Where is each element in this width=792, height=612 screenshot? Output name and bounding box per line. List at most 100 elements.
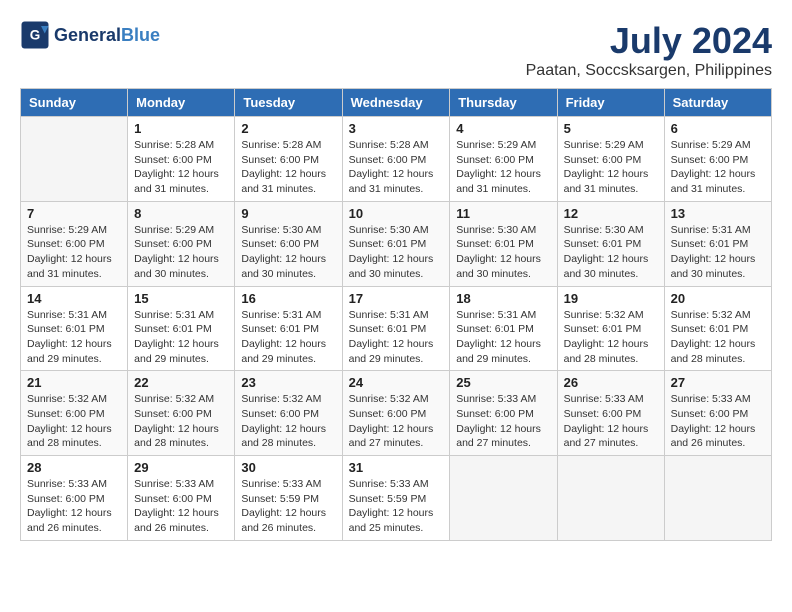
calendar-cell <box>557 456 664 541</box>
day-number: 13 <box>671 206 765 221</box>
day-number: 5 <box>564 121 658 136</box>
day-number: 22 <box>134 375 228 390</box>
calendar-cell: 5 Sunrise: 5:29 AM Sunset: 6:00 PM Daylig… <box>557 117 664 202</box>
calendar-cell <box>664 456 771 541</box>
day-info: Sunrise: 5:31 AM Sunset: 6:01 PM Dayligh… <box>456 308 550 367</box>
calendar-cell: 30Sunrise: 5:33 AM Sunset: 5:59 PM Dayli… <box>235 456 342 541</box>
day-info: Sunrise: 5:31 AM Sunset: 6:01 PM Dayligh… <box>349 308 444 367</box>
logo: G GeneralBlue <box>20 20 160 50</box>
day-info: Sunrise: 5:32 AM Sunset: 6:00 PM Dayligh… <box>349 392 444 451</box>
day-info: Sunrise: 5:30 AM Sunset: 6:01 PM Dayligh… <box>456 223 550 282</box>
calendar-cell: 23 Sunrise: 5:32 AM Sunset: 6:00 PM Dayli… <box>235 371 342 456</box>
day-info: Sunrise: 5:29 AM Sunset: 6:00 PM Dayligh… <box>27 223 121 282</box>
calendar-header-row: SundayMondayTuesdayWednesdayThursdayFrid… <box>21 89 772 117</box>
calendar-header-tuesday: Tuesday <box>235 89 342 117</box>
calendar-cell: 9Sunrise: 5:30 AM Sunset: 6:00 PM Daylig… <box>235 201 342 286</box>
calendar-cell: 19Sunrise: 5:32 AM Sunset: 6:01 PM Dayli… <box>557 286 664 371</box>
calendar-cell: 24 Sunrise: 5:32 AM Sunset: 6:00 PM Dayli… <box>342 371 450 456</box>
day-info: Sunrise: 5:31 AM Sunset: 6:01 PM Dayligh… <box>134 308 228 367</box>
day-info: Sunrise: 5:31 AM Sunset: 6:01 PM Dayligh… <box>27 308 121 367</box>
day-number: 2 <box>241 121 335 136</box>
day-number: 26 <box>564 375 658 390</box>
day-info: Sunrise: 5:28 AM Sunset: 6:00 PM Dayligh… <box>241 138 335 197</box>
day-info: Sunrise: 5:29 AM Sunset: 6:00 PM Dayligh… <box>564 138 658 197</box>
day-number: 6 <box>671 121 765 136</box>
calendar-week-row: 14 Sunrise: 5:31 AM Sunset: 6:01 PM Dayli… <box>21 286 772 371</box>
day-info: Sunrise: 5:31 AM Sunset: 6:01 PM Dayligh… <box>671 223 765 282</box>
day-info: Sunrise: 5:31 AM Sunset: 6:01 PM Dayligh… <box>241 308 335 367</box>
day-number: 12 <box>564 206 658 221</box>
day-info: Sunrise: 5:33 AM Sunset: 6:00 PM Dayligh… <box>27 477 121 536</box>
day-info: Sunrise: 5:33 AM Sunset: 6:00 PM Dayligh… <box>456 392 550 451</box>
calendar-header-thursday: Thursday <box>450 89 557 117</box>
calendar-cell: 14 Sunrise: 5:31 AM Sunset: 6:01 PM Dayli… <box>21 286 128 371</box>
svg-text:G: G <box>30 28 41 43</box>
day-number: 16 <box>241 291 335 306</box>
day-number: 23 <box>241 375 335 390</box>
calendar-header-saturday: Saturday <box>664 89 771 117</box>
calendar-cell <box>450 456 557 541</box>
day-number: 1 <box>134 121 228 136</box>
calendar-cell: 1 Sunrise: 5:28 AM Sunset: 6:00 PM Daylig… <box>128 117 235 202</box>
page-header: G GeneralBlue July 2024 Paatan, Soccsksa… <box>20 20 772 80</box>
calendar-cell: 7Sunrise: 5:29 AM Sunset: 6:00 PM Daylig… <box>21 201 128 286</box>
day-info: Sunrise: 5:30 AM Sunset: 6:01 PM Dayligh… <box>564 223 658 282</box>
day-number: 21 <box>27 375 121 390</box>
calendar-table: SundayMondayTuesdayWednesdayThursdayFrid… <box>20 88 772 541</box>
day-info: Sunrise: 5:32 AM Sunset: 6:00 PM Dayligh… <box>27 392 121 451</box>
calendar-cell: 16 Sunrise: 5:31 AM Sunset: 6:01 PM Dayli… <box>235 286 342 371</box>
calendar-cell: 4 Sunrise: 5:29 AM Sunset: 6:00 PM Daylig… <box>450 117 557 202</box>
logo-icon: G <box>20 20 50 50</box>
calendar-header-wednesday: Wednesday <box>342 89 450 117</box>
day-info: Sunrise: 5:33 AM Sunset: 6:00 PM Dayligh… <box>564 392 658 451</box>
day-number: 9 <box>241 206 335 221</box>
day-info: Sunrise: 5:33 AM Sunset: 5:59 PM Dayligh… <box>349 477 444 536</box>
calendar-cell: 12 Sunrise: 5:30 AM Sunset: 6:01 PM Dayli… <box>557 201 664 286</box>
calendar-header-sunday: Sunday <box>21 89 128 117</box>
calendar-cell: 26 Sunrise: 5:33 AM Sunset: 6:00 PM Dayli… <box>557 371 664 456</box>
day-info: Sunrise: 5:29 AM Sunset: 6:00 PM Dayligh… <box>671 138 765 197</box>
calendar-cell: 8Sunrise: 5:29 AM Sunset: 6:00 PM Daylig… <box>128 201 235 286</box>
calendar-cell: 29 Sunrise: 5:33 AM Sunset: 6:00 PM Dayli… <box>128 456 235 541</box>
day-info: Sunrise: 5:33 AM Sunset: 6:00 PM Dayligh… <box>671 392 765 451</box>
calendar-cell: 27 Sunrise: 5:33 AM Sunset: 6:00 PM Dayli… <box>664 371 771 456</box>
calendar-cell: 17Sunrise: 5:31 AM Sunset: 6:01 PM Dayli… <box>342 286 450 371</box>
day-number: 28 <box>27 460 121 475</box>
calendar-cell: 3 Sunrise: 5:28 AM Sunset: 6:00 PM Daylig… <box>342 117 450 202</box>
day-number: 18 <box>456 291 550 306</box>
day-info: Sunrise: 5:28 AM Sunset: 6:00 PM Dayligh… <box>134 138 228 197</box>
day-number: 27 <box>671 375 765 390</box>
logo-general: General <box>54 25 121 45</box>
calendar-cell: 20 Sunrise: 5:32 AM Sunset: 6:01 PM Dayli… <box>664 286 771 371</box>
page-subtitle: Paatan, Soccsksargen, Philippines <box>20 62 772 80</box>
calendar-week-row: 7Sunrise: 5:29 AM Sunset: 6:00 PM Daylig… <box>21 201 772 286</box>
calendar-week-row: 1 Sunrise: 5:28 AM Sunset: 6:00 PM Daylig… <box>21 117 772 202</box>
day-info: Sunrise: 5:29 AM Sunset: 6:00 PM Dayligh… <box>134 223 228 282</box>
day-number: 20 <box>671 291 765 306</box>
day-info: Sunrise: 5:32 AM Sunset: 6:01 PM Dayligh… <box>564 308 658 367</box>
day-info: Sunrise: 5:28 AM Sunset: 6:00 PM Dayligh… <box>349 138 444 197</box>
day-info: Sunrise: 5:29 AM Sunset: 6:00 PM Dayligh… <box>456 138 550 197</box>
day-info: Sunrise: 5:33 AM Sunset: 6:00 PM Dayligh… <box>134 477 228 536</box>
calendar-header-friday: Friday <box>557 89 664 117</box>
calendar-cell: 21 Sunrise: 5:32 AM Sunset: 6:00 PM Dayli… <box>21 371 128 456</box>
day-info: Sunrise: 5:32 AM Sunset: 6:00 PM Dayligh… <box>241 392 335 451</box>
calendar-cell: 25 Sunrise: 5:33 AM Sunset: 6:00 PM Dayli… <box>450 371 557 456</box>
day-number: 4 <box>456 121 550 136</box>
day-number: 25 <box>456 375 550 390</box>
day-number: 3 <box>349 121 444 136</box>
calendar-cell: 18 Sunrise: 5:31 AM Sunset: 6:01 PM Dayli… <box>450 286 557 371</box>
day-number: 15 <box>134 291 228 306</box>
calendar-cell: 15 Sunrise: 5:31 AM Sunset: 6:01 PM Dayli… <box>128 286 235 371</box>
day-number: 31 <box>349 460 444 475</box>
calendar-cell: 2 Sunrise: 5:28 AM Sunset: 6:00 PM Daylig… <box>235 117 342 202</box>
day-info: Sunrise: 5:32 AM Sunset: 6:00 PM Dayligh… <box>134 392 228 451</box>
day-number: 29 <box>134 460 228 475</box>
day-info: Sunrise: 5:30 AM Sunset: 6:01 PM Dayligh… <box>349 223 444 282</box>
day-number: 24 <box>349 375 444 390</box>
calendar-cell: 6 Sunrise: 5:29 AM Sunset: 6:00 PM Daylig… <box>664 117 771 202</box>
day-info: Sunrise: 5:33 AM Sunset: 5:59 PM Dayligh… <box>241 477 335 536</box>
day-info: Sunrise: 5:32 AM Sunset: 6:01 PM Dayligh… <box>671 308 765 367</box>
calendar-cell: 10Sunrise: 5:30 AM Sunset: 6:01 PM Dayli… <box>342 201 450 286</box>
day-number: 14 <box>27 291 121 306</box>
